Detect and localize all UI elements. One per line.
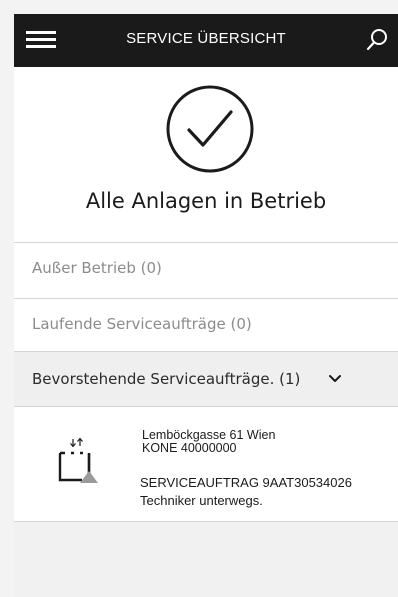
chevron-down-icon[interactable] — [328, 374, 342, 384]
order-address-block: Lemböckgasse 61 Wien KONE 40000000 — [142, 429, 275, 455]
app-screen: SERVICE ÜBERSICHT Alle Anlagen in Betrie… — [14, 14, 398, 597]
elevator-icon — [58, 437, 98, 483]
status-panel: Alle Anlagen in Betrieb — [14, 67, 398, 242]
top-bar: SERVICE ÜBERSICHT — [14, 14, 398, 67]
order-status: Techniker unterwegs. — [140, 493, 263, 508]
order-number: SERVICEAUFTRAG 9AAT30534026 — [140, 475, 352, 490]
empty-area — [14, 521, 398, 597]
search-icon[interactable] — [366, 28, 388, 52]
order-equipment: KONE 40000000 — [142, 441, 237, 455]
status-text: Alle Anlagen in Betrieb — [85, 189, 327, 213]
section-running-orders[interactable]: Laufende Serviceaufträge (0) — [14, 298, 398, 350]
page-title: SERVICE ÜBERSICHT — [126, 30, 286, 47]
check-circle-icon — [166, 85, 254, 173]
section-out-of-service[interactable]: Außer Betrieb (0) — [14, 242, 398, 294]
section-label: Bevorstehende Serviceaufträge. (1) — [32, 370, 301, 388]
section-label: Laufende Serviceaufträge (0) — [32, 315, 252, 333]
service-order-item[interactable]: Lemböckgasse 61 Wien KONE 40000000 SERVI… — [14, 406, 398, 521]
section-upcoming-orders[interactable]: Bevorstehende Serviceaufträge. (1) — [14, 351, 398, 406]
section-label: Außer Betrieb (0) — [32, 259, 162, 277]
